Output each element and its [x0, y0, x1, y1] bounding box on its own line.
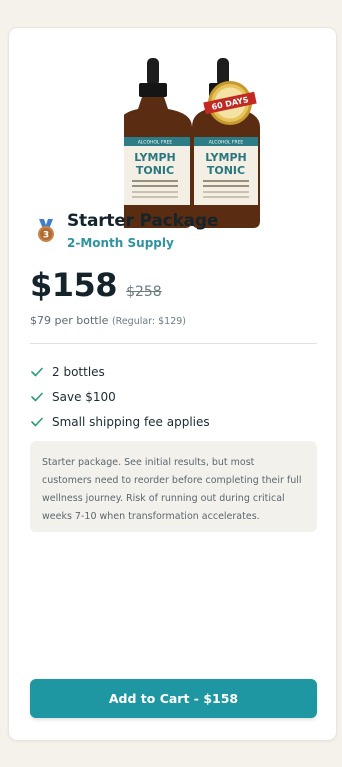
feature-text: Small shipping fee applies — [52, 414, 210, 429]
package-card: ALCOHOL FREE LYMPH TONIC ALCOHOL FREE LY… — [8, 27, 337, 741]
per-bottle-text: $79 per bottle — [30, 314, 109, 327]
per-bottle-price: $79 per bottle (Regular: $129) — [30, 314, 186, 327]
bottle-left-name-1: LYMPH — [134, 151, 175, 164]
old-price: $258 — [126, 284, 162, 300]
price-row: $158 $258 — [30, 266, 162, 304]
add-to-cart-button[interactable]: Add to Cart - $158 — [30, 679, 317, 718]
check-icon — [30, 365, 44, 379]
feature-item: Small shipping fee applies — [30, 409, 210, 434]
medal-number: 3 — [43, 231, 49, 241]
feature-text: 2 bottles — [52, 364, 105, 379]
feature-list: 2 bottles Save $100 Small shipping fee a… — [30, 359, 210, 434]
check-icon — [30, 390, 44, 404]
product-image: ALCOHOL FREE LYMPH TONIC ALCOHOL FREE LY… — [124, 58, 260, 228]
bottle-right-label-top: ALCOHOL FREE — [209, 140, 244, 146]
bronze-medal-icon: 3 — [38, 219, 54, 242]
price: $158 — [30, 266, 118, 304]
check-icon — [30, 415, 44, 429]
package-note: Starter package. See initial results, bu… — [30, 441, 317, 532]
bottle-left-label-top: ALCOHOL FREE — [138, 140, 173, 146]
feature-text: Save $100 — [52, 389, 116, 404]
bottle-right-name-2: TONIC — [207, 164, 245, 177]
bottle-right-name-1: LYMPH — [205, 151, 246, 164]
bottle-left: ALCOHOL FREE LYMPH TONIC — [124, 58, 192, 228]
feature-item: 2 bottles — [30, 359, 210, 384]
package-title: Starter Package — [67, 211, 219, 231]
feature-item: Save $100 — [30, 384, 210, 409]
package-subtitle: 2-Month Supply — [67, 236, 174, 250]
bottle-left-name-2: TONIC — [136, 164, 174, 177]
regular-price: (Regular: $129) — [111, 316, 187, 327]
divider — [30, 343, 317, 344]
